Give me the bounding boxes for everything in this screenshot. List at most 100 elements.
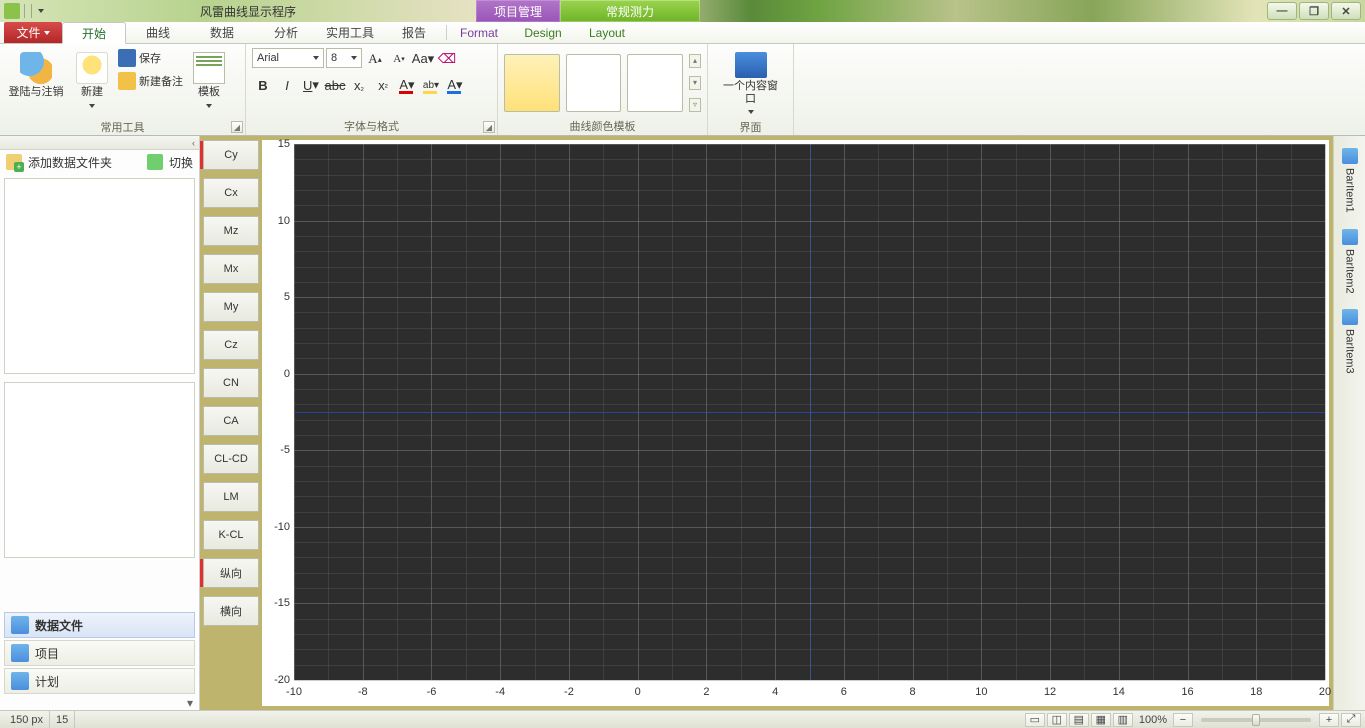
ribbon: 登陆与注销 新建 保存 新建备注 模板 常用工具 ◢ Arial 8	[0, 44, 1365, 136]
series-btn-横向[interactable]: 横向	[203, 596, 259, 626]
dock-item-1[interactable]: BarItem1	[1342, 148, 1358, 213]
title-bar: 风雷曲线显示程序 项目管理 常规测力 — ❐ ✕	[0, 0, 1365, 22]
add-data-folder-button[interactable]: 添加数据文件夹	[28, 154, 112, 171]
tab-analysis[interactable]: 分析	[254, 22, 318, 43]
clear-format-button[interactable]: ⌫	[436, 48, 458, 70]
maximize-button[interactable]: ❐	[1299, 2, 1329, 20]
section-data-files[interactable]: 数据文件	[4, 612, 195, 638]
tab-start[interactable]: 开始	[62, 22, 126, 44]
left-panel-list-2[interactable]	[4, 382, 195, 558]
sections-overflow[interactable]: ▾	[0, 696, 199, 710]
zoom-in-button[interactable]: +	[1319, 713, 1339, 727]
series-btn-Cz[interactable]: Cz	[203, 330, 259, 360]
chart-plot-area[interactable]	[294, 144, 1325, 680]
tab-report[interactable]: 报告	[382, 22, 446, 43]
workspace: ‹ 添加数据文件夹 切换 数据文件 项目 计划 ▾ Cy Cx Mz Mx My Cz CN…	[0, 136, 1365, 710]
italic-button[interactable]: I	[276, 74, 298, 96]
qat-customize-dropdown[interactable]	[36, 3, 46, 19]
color-template-1[interactable]	[504, 54, 560, 112]
view-mode-2[interactable]: ◫	[1047, 713, 1067, 727]
dock-item-3[interactable]: BarItem3	[1342, 309, 1358, 374]
series-btn-纵向[interactable]: 纵向	[203, 558, 259, 588]
ribbon-group-colors: ▴ ▾ ▿ 曲线颜色模板	[498, 44, 708, 135]
color-template-scroll[interactable]: ▴ ▾ ▿	[689, 54, 701, 112]
file-tab[interactable]: 文件	[4, 22, 62, 43]
series-btn-Mz[interactable]: Mz	[203, 216, 259, 246]
stack-icon	[11, 672, 29, 690]
shrink-font-button[interactable]: A▾	[388, 48, 410, 70]
new-button[interactable]: 新建	[70, 48, 114, 118]
superscript-button[interactable]: x	[372, 74, 394, 96]
right-dock: BarItem1 BarItem2 BarItem3	[1333, 136, 1365, 710]
bold-button[interactable]: B	[252, 74, 274, 96]
single-window-button[interactable]: 一个内容窗口	[721, 48, 781, 118]
series-btn-Cy[interactable]: Cy	[203, 140, 259, 170]
save-button[interactable]: 保存	[118, 48, 183, 68]
contextual-tab-headers: 项目管理 常规测力	[476, 0, 700, 22]
series-btn-CN[interactable]: CN	[203, 368, 259, 398]
color-template-3[interactable]	[627, 54, 683, 112]
grow-font-button[interactable]: A▴	[364, 48, 386, 70]
section-plan[interactable]: 计划	[4, 668, 195, 694]
left-panel-list-1[interactable]	[4, 178, 195, 374]
tab-layout[interactable]: Layout	[575, 22, 639, 43]
section-project[interactable]: 项目	[4, 640, 195, 666]
dock-item-2[interactable]: BarItem2	[1342, 229, 1358, 294]
left-panel: ‹ 添加数据文件夹 切换 数据文件 项目 计划 ▾	[0, 136, 200, 710]
view-mode-1[interactable]: ▭	[1025, 713, 1045, 727]
font-size-combo[interactable]: 8	[326, 48, 362, 68]
font-name-combo[interactable]: Arial	[252, 48, 324, 68]
tab-design[interactable]: Design	[511, 22, 575, 43]
people-icon	[20, 52, 52, 84]
monitor-icon	[735, 52, 767, 78]
stack-icon	[11, 616, 29, 634]
change-case-button[interactable]: Aa▾	[412, 48, 434, 70]
save-icon	[118, 49, 136, 67]
group-title-colors: 曲线颜色模板	[570, 118, 636, 134]
gallery-more-icon[interactable]: ▿	[689, 98, 701, 112]
ribbon-tab-strip: 文件 开始 曲线 数据 分析 实用工具 报告 Format Design Lay…	[0, 22, 1365, 44]
view-mode-3[interactable]: ▤	[1069, 713, 1089, 727]
series-btn-Mx[interactable]: Mx	[203, 254, 259, 284]
group-launcher-font[interactable]: ◢	[483, 121, 495, 133]
zoom-slider[interactable]	[1201, 718, 1311, 722]
gallery-up-icon[interactable]: ▴	[689, 54, 701, 68]
zoom-fit-button[interactable]: ⤢	[1341, 713, 1361, 727]
zoom-out-button[interactable]: −	[1173, 713, 1193, 727]
folder-plus-icon	[6, 154, 22, 170]
view-mode-4[interactable]: ▦	[1091, 713, 1111, 727]
tab-curve[interactable]: 曲线	[126, 22, 190, 43]
login-logout-button[interactable]: 登陆与注销	[6, 48, 66, 118]
strike-button[interactable]: abc	[324, 74, 346, 96]
highlight-button[interactable]: ab▾	[420, 74, 442, 96]
series-btn-My[interactable]: My	[203, 292, 259, 322]
view-mode-5[interactable]: ▥	[1113, 713, 1133, 727]
tab-format[interactable]: Format	[447, 22, 511, 43]
text-effect-button[interactable]: A▾	[444, 74, 466, 96]
close-button[interactable]: ✕	[1331, 2, 1361, 20]
underline-button[interactable]: U▾	[300, 74, 322, 96]
minimize-button[interactable]: —	[1267, 2, 1297, 20]
series-btn-Cx[interactable]: Cx	[203, 178, 259, 208]
series-btn-CA[interactable]: CA	[203, 406, 259, 436]
chart-x-axis: -10-8-6-4-202468101214161820	[294, 682, 1325, 706]
series-btn-K-CL[interactable]: K-CL	[203, 520, 259, 550]
tab-data[interactable]: 数据	[190, 22, 254, 43]
font-color-button[interactable]: A▾	[396, 74, 418, 96]
memo-icon	[118, 72, 136, 90]
tab-tools[interactable]: 实用工具	[318, 22, 382, 43]
group-title-common: 常用工具	[101, 119, 145, 135]
dock-icon	[1342, 229, 1358, 245]
series-btn-CL-CD[interactable]: CL-CD	[203, 444, 259, 474]
template-button[interactable]: 模板	[187, 48, 231, 118]
new-memo-button[interactable]: 新建备注	[118, 71, 183, 91]
series-btn-LM[interactable]: LM	[203, 482, 259, 512]
status-left-1: 150 px	[4, 711, 50, 728]
left-panel-collapse[interactable]: ‹	[0, 136, 199, 150]
switch-button[interactable]: 切换	[169, 154, 193, 171]
group-launcher-common[interactable]: ◢	[231, 121, 243, 133]
subscript-button[interactable]: x	[348, 74, 370, 96]
quick-access-toolbar	[0, 0, 50, 22]
color-template-2[interactable]	[566, 54, 622, 112]
gallery-down-icon[interactable]: ▾	[689, 76, 701, 90]
